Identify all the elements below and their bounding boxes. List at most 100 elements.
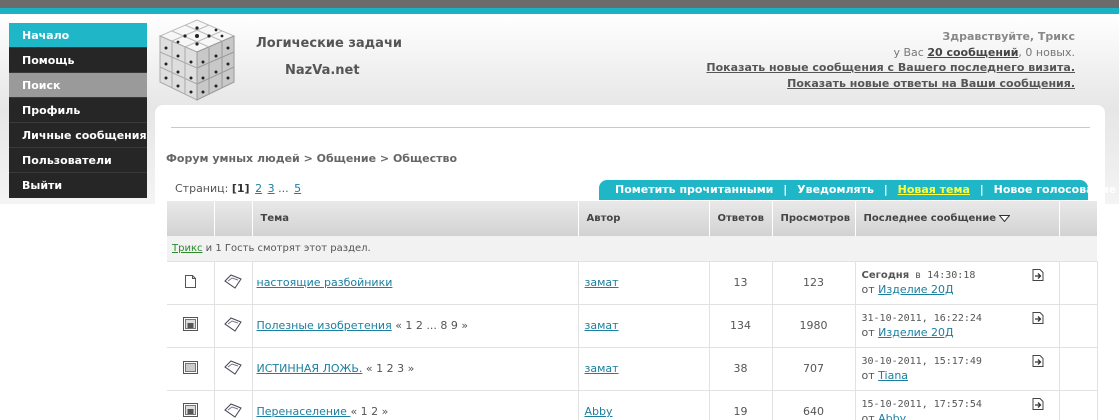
nav-item-messages[interactable]: Личные сообщения — [9, 123, 147, 148]
views-count: 640 — [772, 390, 856, 420]
topic-hot-icon — [182, 317, 198, 331]
table-header-row: Тема Автор Ответов Просмотров Последнее … — [167, 201, 1098, 236]
topic-normal-icon — [184, 274, 196, 288]
message-count-link[interactable]: 20 сообщений — [927, 46, 1018, 59]
separator: | — [783, 183, 788, 196]
last-post-user-link[interactable]: Abby — [878, 412, 906, 420]
separator: | — [979, 183, 984, 196]
msg-prefix: у Вас — [893, 45, 924, 59]
row-extra — [1059, 261, 1098, 305]
page-link-2[interactable]: 2 — [255, 182, 262, 195]
nav-item-profile[interactable]: Профиль — [9, 98, 147, 123]
author-link[interactable]: замат — [585, 319, 619, 332]
page-link-5[interactable]: 5 — [294, 182, 301, 195]
topic-pages[interactable]: « 1 2 3 » — [366, 362, 414, 375]
replies-count: 19 — [709, 390, 773, 420]
topic-link[interactable]: настоящие разбойники — [257, 276, 393, 289]
header-extra — [1059, 201, 1098, 236]
last-post-user-link[interactable]: Изделие 20Д — [878, 326, 954, 339]
page-link-3[interactable]: 3 — [268, 182, 275, 195]
topic-xx-icon — [224, 403, 242, 418]
goto-last-post-icon[interactable] — [1031, 311, 1045, 325]
header-author[interactable]: Автор — [578, 201, 710, 236]
topic-xx-icon — [224, 274, 242, 289]
pages-label: Страниц: — [175, 182, 229, 195]
nav-item-members[interactable]: Пользователи — [9, 148, 147, 173]
last-post-cell: 30-10-2011, 15:17:49 от Tiana — [855, 347, 1060, 391]
goto-last-post-icon[interactable] — [1031, 397, 1045, 411]
header-topic[interactable]: Тема — [252, 201, 579, 236]
nav-item-home[interactable]: Начало — [9, 23, 147, 48]
main-nav: Начало Помощь Поиск Профиль Личные сообщ… — [9, 23, 147, 198]
last-post-user-link[interactable]: Tiana — [878, 369, 908, 382]
action-tabs: Пометить прочитанными | Уведомлять | Нов… — [599, 180, 1116, 200]
user-message-summary: у Вас 20 сообщений, 0 новых. — [706, 45, 1075, 61]
sort-desc-icon — [999, 214, 1010, 222]
topic-hot-icon — [182, 403, 198, 417]
dice-cube-logo-icon[interactable] — [156, 16, 238, 104]
new-topic-button[interactable]: Новая тема — [898, 183, 970, 196]
notify-button[interactable]: Уведомлять — [797, 183, 874, 196]
watching-user-link[interactable]: Трикс — [172, 243, 203, 254]
topic-pages[interactable]: « 1 2 ... 8 9 » — [395, 319, 468, 332]
last-post-date-bold: Сегодня — [861, 269, 910, 281]
top-strip — [0, 0, 1119, 14]
row-extra — [1059, 390, 1098, 420]
user-box: Здравствуйте, Трикс у Вас 20 сообщений, … — [706, 29, 1075, 91]
topic-link[interactable]: Перенаселение — [257, 405, 351, 418]
views-count: 1980 — [772, 304, 856, 348]
nav-item-search[interactable]: Поиск — [9, 73, 147, 98]
table-row: настоящие разбойники замат 13 123 Сегодн… — [167, 261, 1098, 305]
new-poll-button[interactable]: Новое голосование — [994, 183, 1117, 196]
topic-link[interactable]: ИСТИННАЯ ЛОЖЬ. — [257, 362, 363, 375]
mark-read-button[interactable]: Пометить прочитанными — [615, 183, 773, 196]
row-extra — [1059, 347, 1098, 391]
separator: | — [883, 183, 888, 196]
last-post-by: от — [861, 282, 875, 296]
header-status — [167, 201, 215, 236]
topics-table: Тема Автор Ответов Просмотров Последнее … — [167, 201, 1098, 420]
author-link[interactable]: замат — [585, 362, 619, 375]
watching-row: Трикс и 1 Гость смотрят этот раздел. — [167, 236, 1097, 262]
nav-item-logout[interactable]: Выйти — [9, 173, 147, 198]
watching-text: и 1 Гость смотрят этот раздел. — [202, 242, 371, 254]
header-last-post[interactable]: Последнее сообщение — [855, 201, 1060, 236]
author-link[interactable]: Abby — [585, 405, 613, 418]
views-count: 707 — [772, 347, 856, 391]
topic-pages[interactable]: « 1 2 » — [350, 405, 388, 418]
last-post-by: от — [861, 411, 875, 420]
header-replies[interactable]: Ответов — [709, 201, 773, 236]
topic-link[interactable]: Полезные изобретения — [257, 319, 392, 332]
panel-divider — [171, 127, 1090, 128]
header-icon — [214, 201, 253, 236]
goto-last-post-icon[interactable] — [1031, 268, 1045, 282]
new-replies-link[interactable]: Показать новые ответы на Ваши сообщения. — [787, 77, 1075, 90]
topic-xx-icon — [224, 360, 242, 375]
last-post-by: от — [861, 325, 875, 339]
header-views[interactable]: Просмотров — [772, 201, 856, 236]
replies-count: 38 — [709, 347, 773, 391]
views-count: 123 — [772, 261, 856, 305]
topic-multipage-icon — [182, 360, 198, 374]
pagination: Страниц: [1] 2 3 ... 5 — [175, 182, 301, 195]
goto-last-post-icon[interactable] — [1031, 354, 1045, 368]
msg-suffix: , 0 новых. — [1018, 45, 1075, 59]
replies-count: 13 — [709, 261, 773, 305]
last-post-cell: 15-10-2011, 17:57:54 от Abby — [855, 390, 1060, 420]
last-post-date: 30-10-2011, 15:17:49 — [861, 355, 982, 367]
nav-item-help[interactable]: Помощь — [9, 48, 147, 73]
last-post-user-link[interactable]: Изделие 20Д — [878, 283, 954, 296]
replies-count: 134 — [709, 304, 773, 348]
table-row: Перенаселение « 1 2 » Abby 19 640 15-10-… — [167, 390, 1098, 420]
user-greeting: Здравствуйте, Трикс — [942, 30, 1075, 43]
breadcrumb[interactable]: Форум умных людей > Общение > Общество — [166, 152, 457, 165]
last-post-cell: 31-10-2011, 16:22:24 от Изделие 20Д — [855, 304, 1060, 348]
header-last-post-label: Последнее сообщение — [863, 213, 997, 224]
site-subtitle: NazVa.net — [285, 63, 360, 78]
pages-ellipsis: ... — [278, 182, 289, 195]
last-post-date: 15-10-2011, 17:57:54 — [861, 398, 982, 410]
topic-xx-icon — [224, 317, 242, 332]
author-link[interactable]: замат — [585, 276, 619, 289]
last-post-date: 31-10-2011, 16:22:24 — [861, 312, 982, 324]
new-since-last-visit-link[interactable]: Показать новые сообщения с Вашего послед… — [706, 61, 1075, 74]
